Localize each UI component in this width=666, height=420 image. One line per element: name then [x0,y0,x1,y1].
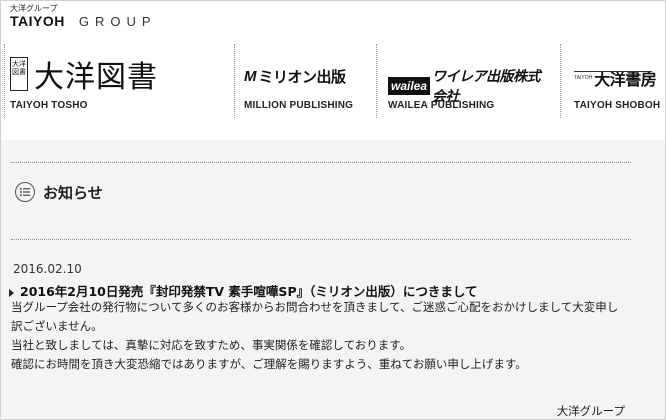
brand-million-publishing[interactable]: M ミリオン出版 MILLION PUBLISHING [244,38,370,124]
shoboh-logo: TAIYOH 大洋書房 [574,66,657,90]
brand-caption: TAIYOH TOSHO [10,100,88,111]
news-headline-text: 2016年2月10日発売『封印発禁TV 素手喧嘩SP』（ミリオン出版）につきまし… [20,284,478,299]
tosho-box-mark: 大洋図書 [10,57,28,91]
shoboh-logo-text: 大洋書房 [594,70,657,89]
million-logo: M ミリオン出版 [244,66,346,87]
tosho-logo-text: 大洋図書 [34,60,158,95]
body-line: 確認にお時間を頂き大変恐縮ではありますが、ご理解を賜りますよう、重ねてお願い申し… [11,357,527,371]
brand-wailea-publishing[interactable]: wailea ワイレア出版株式会社 WAILEA PUBLISHING [388,38,548,124]
body-line: 訳ございません。 [11,319,103,333]
brand-caption: TAIYOH SHOBOH [574,100,661,111]
list-icon [15,182,35,202]
group-logo[interactable]: 大洋グループ TAIYOH GROUP [10,4,157,29]
body-line: 当社と致しましては、真摯に対応を致すため、事実関係を確認しております。 [11,338,412,352]
body-line: 当グループ会社の発行物について多くのお客様からお問合わせを頂きまして、ご迷惑ご心… [11,300,619,314]
news-date: 2016.02.10 [13,262,82,276]
taiyoh-tosho-logo: 大洋図書 大洋図書 [10,52,158,96]
shoboh-underline [574,71,652,72]
news-body: 当グループ会社の発行物について多くのお客様からお問合わせを頂きまして、ご迷惑ご心… [11,298,631,374]
brand-caption: WAILEA PUBLISHING [388,100,495,111]
brand-divider [376,44,377,118]
brand-taiyoh-tosho[interactable]: 大洋図書 大洋図書 TAIYOH TOSHO [10,38,220,124]
wailea-badge: wailea [388,77,431,95]
divider [11,239,631,240]
notice-section: お知らせ 2016.02.10 2016年2月10日発売『封印発禁TV 素手喧嘩… [1,140,665,419]
brand-strip: 大洋図書 大洋図書 TAIYOH TOSHO M ミリオン出版 MILLION … [0,38,666,128]
brand-divider [560,44,561,118]
brand-divider [234,44,235,118]
taiyoh-logo-text: TAIYOH [10,13,65,29]
group-small-label: 大洋グループ [10,4,58,13]
brand-divider [4,44,5,118]
million-mark-icon: M [244,68,257,85]
brand-caption: MILLION PUBLISHING [244,100,354,111]
brand-taiyoh-shoboh[interactable]: TAIYOH 大洋書房 TAIYOH SHOBOH [574,38,662,124]
signature: 大洋グループ [556,404,625,418]
shoboh-small-text: TAIYOH [574,75,593,81]
group-word: GROUP [78,14,157,29]
section-title: お知らせ [43,184,103,202]
triangle-bullet-icon [9,288,14,297]
million-logo-text: ミリオン出版 [258,68,347,86]
divider [11,162,631,163]
